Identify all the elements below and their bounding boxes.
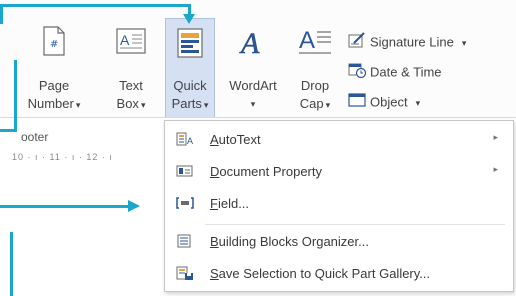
date-time-label: Date & Time	[370, 64, 442, 80]
signature-line-label: Signature Line	[370, 34, 454, 50]
callout-arrowhead-right	[128, 200, 140, 212]
building-blocks-icon	[176, 233, 194, 249]
field-icon	[176, 195, 194, 211]
page-number-icon: #	[41, 26, 67, 60]
field-label: Field...	[210, 196, 250, 211]
signature-line-icon	[348, 32, 366, 54]
document-property-icon	[176, 163, 194, 179]
text-box-caret: ▾	[140, 100, 146, 110]
page-number-label-2: Number	[27, 96, 74, 111]
wordart-button[interactable]: A WordArt ▾	[222, 22, 284, 118]
callout-line-left-horizontal	[0, 129, 17, 132]
callout-line-left-vertical	[14, 60, 17, 132]
text-box-label-1: Text	[119, 78, 143, 93]
ruler: 10 · ı · 11 · ı · 12 · ı	[12, 152, 113, 162]
quick-parts-label-2: Parts	[171, 96, 202, 111]
submenu-arrow-icon: ▸	[493, 132, 498, 142]
drop-cap-icon: A	[298, 26, 332, 60]
text-box-button[interactable]: A Text Box ▾	[108, 22, 154, 118]
callout-line-top-vertical-left	[0, 6, 3, 24]
svg-text:A: A	[299, 27, 315, 54]
svg-text:A: A	[239, 27, 260, 58]
quick-parts-menu: A AutoText ▸ Document Property ▸ Field..…	[164, 120, 514, 292]
signature-line-button[interactable]: Signature Line ▾	[348, 32, 466, 52]
quick-parts-label-1: Quick	[173, 78, 207, 93]
save-selection-icon	[176, 265, 194, 281]
object-caret: ▾	[415, 98, 421, 109]
submenu-arrow-icon: ▸	[493, 164, 498, 174]
quick-parts-icon	[176, 28, 204, 62]
wordart-icon: A	[238, 26, 268, 62]
callout-line-field	[0, 205, 130, 208]
group-label-footer: ooter	[21, 130, 49, 144]
callout-arrowhead-down	[183, 14, 195, 24]
building-blocks-label: Building Blocks Organizer...	[210, 234, 369, 249]
svg-text:A: A	[187, 136, 193, 146]
drop-cap-label-2: Cap	[299, 96, 324, 111]
autotext-icon: A	[176, 131, 194, 147]
drop-cap-caret: ▾	[325, 100, 331, 110]
page-number-button[interactable]: # Page Number ▾	[26, 22, 82, 118]
quick-parts-button[interactable]: Quick Parts ▾	[166, 22, 214, 118]
wordart-caret: ▾	[250, 99, 256, 109]
quick-parts-caret: ▾	[203, 100, 209, 110]
page-number-label-1: Page	[38, 78, 70, 93]
text-box-label-2: Box	[116, 96, 139, 111]
svg-text:A: A	[120, 32, 130, 48]
menu-item-autotext[interactable]: A AutoText ▸	[166, 125, 512, 155]
menu-item-save-selection[interactable]: Save Selection to Quick Part Gallery...	[166, 259, 512, 289]
autotext-label: AutoText	[210, 132, 261, 147]
menu-item-document-property[interactable]: Document Property ▸	[166, 157, 512, 187]
menu-item-field[interactable]: Field...	[166, 189, 512, 219]
svg-text:#: #	[50, 39, 58, 50]
date-time-icon	[348, 62, 367, 84]
menu-item-building-blocks-organizer[interactable]: Building Blocks Organizer...	[166, 227, 512, 257]
signature-line-caret: ▾	[461, 38, 467, 49]
page-number-caret: ▾	[75, 100, 81, 110]
object-icon	[348, 92, 366, 114]
document-property-label: Document Property	[210, 164, 322, 179]
drop-cap-button[interactable]: A Drop Cap ▾	[290, 22, 340, 118]
drop-cap-label-1: Drop	[300, 78, 330, 93]
menu-separator	[205, 224, 505, 225]
wordart-label: WordArt	[229, 78, 277, 93]
save-selection-label: Save Selection to Quick Part Gallery...	[210, 266, 431, 281]
callout-line-top-horizontal	[0, 4, 191, 7]
date-time-button[interactable]: Date & Time	[348, 62, 442, 82]
ribbon-divider	[0, 117, 516, 118]
text-box-icon: A	[116, 28, 146, 58]
object-label: Object	[370, 94, 408, 110]
object-button[interactable]: Object ▾	[348, 92, 420, 112]
callout-line-bottom	[10, 232, 13, 296]
